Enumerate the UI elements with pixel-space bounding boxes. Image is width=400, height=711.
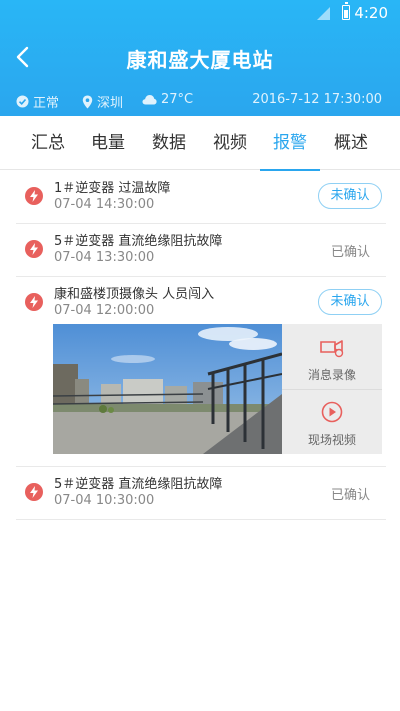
datetime-text: 2016-7-12 17:30:00 bbox=[252, 92, 382, 107]
status-bar: 4:20 bbox=[0, 0, 400, 26]
alarm-item[interactable]: 康和盛楼顶摄像头 人员闯入 07-04 12:00:00 未确认 消息录像 现场… bbox=[16, 277, 386, 467]
live-video-label: 现场视频 bbox=[307, 433, 356, 447]
alarm-time: 07-04 12:00:00 bbox=[54, 303, 155, 318]
location-text: 深圳 bbox=[97, 96, 124, 111]
media-actions: 消息录像 现场视频 bbox=[282, 324, 382, 454]
alarm-title: 1＃逆变器 过温故障 bbox=[54, 181, 171, 196]
status-text: 正常 bbox=[33, 96, 60, 111]
page-title: 康和盛大厦电站 bbox=[126, 48, 274, 72]
confirm-button[interactable]: 未确认 bbox=[318, 289, 382, 315]
tab-overview[interactable]: 概述 bbox=[321, 116, 381, 170]
tab-video[interactable]: 视频 bbox=[200, 116, 260, 170]
status-info: 正常 bbox=[16, 92, 59, 111]
tab-alarm-label: 报警 bbox=[273, 133, 307, 153]
alarm-item[interactable]: 5＃逆变器 直流绝缘阻抗故障 07-04 13:30:00 已确认 bbox=[16, 224, 386, 277]
tab-data[interactable]: 数据 bbox=[139, 116, 199, 170]
confirmed-label: 已确认 bbox=[330, 245, 370, 260]
alarm-bolt-icon bbox=[25, 483, 43, 501]
alarm-title: 5＃逆变器 直流绝缘阻抗故障 bbox=[54, 234, 223, 249]
header: 4:20 康和盛大厦电站 正常 深圳 27°C 2016-7-12 17:30:… bbox=[0, 0, 400, 116]
cloud-icon bbox=[142, 95, 157, 105]
confirm-button[interactable]: 未确认 bbox=[318, 183, 382, 209]
alarm-list: 1＃逆变器 过温故障 07-04 14:30:00 未确认 5＃逆变器 直流绝缘… bbox=[16, 171, 386, 520]
battery-icon bbox=[342, 2, 350, 20]
live-video-button[interactable]: 现场视频 bbox=[282, 389, 382, 454]
alarm-item[interactable]: 1＃逆变器 过温故障 07-04 14:30:00 未确认 bbox=[16, 171, 386, 224]
alarm-time: 07-04 14:30:00 bbox=[54, 197, 155, 212]
tab-energy[interactable]: 电量 bbox=[78, 116, 138, 170]
alarm-title: 康和盛楼顶摄像头 人员闯入 bbox=[54, 287, 215, 302]
check-circle-icon bbox=[16, 95, 29, 108]
clock: 4:20 bbox=[354, 4, 388, 22]
tab-bar: 汇总 电量 数据 视频 报警 概述 bbox=[0, 116, 400, 171]
alarm-bolt-icon bbox=[25, 187, 43, 205]
temperature-text: 27°C bbox=[161, 92, 194, 107]
alarm-time: 07-04 13:30:00 bbox=[54, 250, 155, 265]
confirmed-label: 已确认 bbox=[330, 488, 370, 503]
record-video-button[interactable]: 消息录像 bbox=[282, 324, 382, 389]
tab-alarm[interactable]: 报警 bbox=[260, 116, 320, 171]
alarm-time: 07-04 10:30:00 bbox=[54, 493, 155, 508]
alarm-media: 消息录像 现场视频 bbox=[53, 324, 382, 454]
record-video-label: 消息录像 bbox=[307, 368, 356, 382]
rooftop-scene-image bbox=[53, 324, 282, 454]
alarm-bolt-icon bbox=[25, 240, 43, 258]
location-info: 深圳 bbox=[82, 92, 123, 111]
signal-icon bbox=[317, 7, 330, 20]
alarm-title: 5＃逆变器 直流绝缘阻抗故障 bbox=[54, 477, 223, 492]
tab-summary[interactable]: 汇总 bbox=[18, 116, 78, 170]
alarm-item[interactable]: 5＃逆变器 直流绝缘阻抗故障 07-04 10:30:00 已确认 bbox=[16, 467, 386, 520]
weather-info: 27°C bbox=[142, 92, 193, 107]
station-info-bar: 正常 深圳 27°C 2016-7-12 17:30:00 bbox=[16, 92, 382, 112]
video-camera-icon bbox=[320, 340, 344, 358]
play-circle-icon bbox=[321, 401, 343, 423]
location-pin-icon bbox=[82, 95, 93, 108]
alarm-bolt-icon bbox=[25, 293, 43, 311]
camera-snapshot[interactable] bbox=[53, 324, 282, 454]
